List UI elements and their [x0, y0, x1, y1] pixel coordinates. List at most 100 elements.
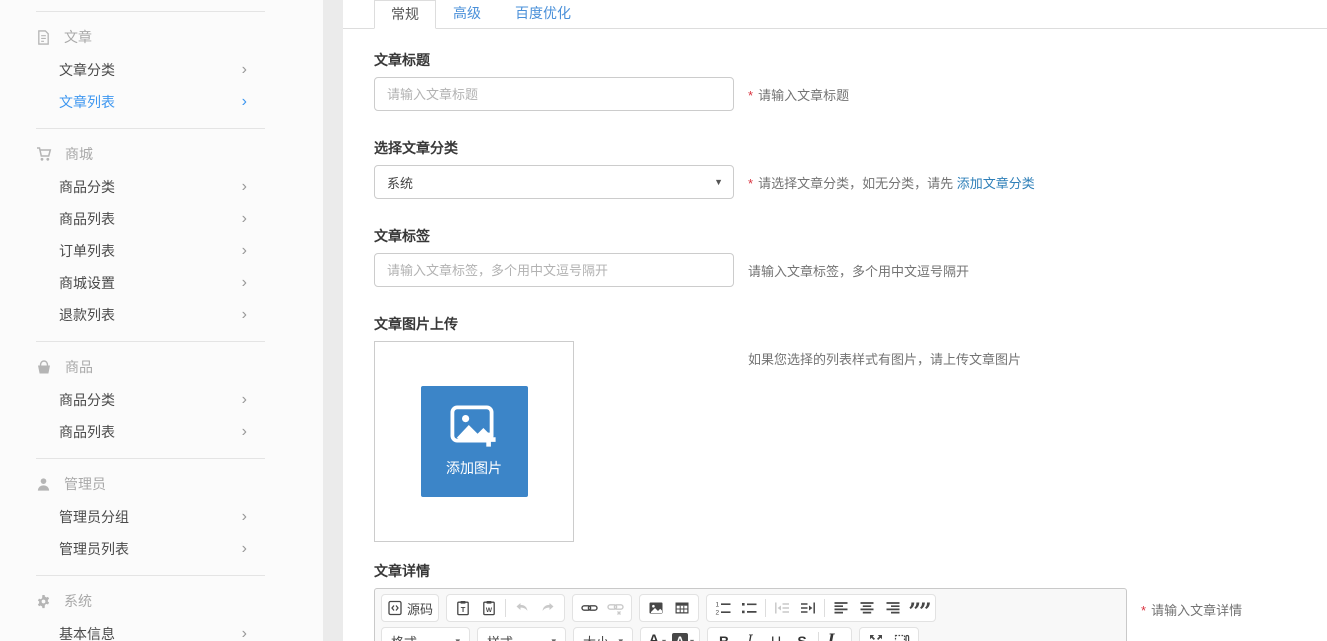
tab-general[interactable]: 常规	[374, 0, 436, 29]
tags-hint-text: 请输入文章标签，多个用中文逗号隔开	[748, 264, 969, 279]
sidebar-item-label: 文章列表	[59, 92, 115, 112]
toolbar-group-insert	[639, 594, 699, 622]
undo-icon	[514, 600, 530, 616]
format-dropdown-label: 格式	[391, 632, 417, 641]
chevron-right-icon: ›	[242, 62, 247, 78]
unlink-button[interactable]	[602, 596, 628, 620]
sidebar-item-article-category[interactable]: 文章分类 ›	[36, 54, 265, 86]
required-asterisk: *	[748, 88, 753, 103]
tab-baidu-seo[interactable]: 百度优化	[498, 0, 588, 29]
align-right-button[interactable]	[880, 596, 906, 620]
background-color-button[interactable]: A ▾	[670, 629, 696, 641]
sidebar-section-product: 商品 商品分类 › 商品列表 ›	[36, 341, 265, 458]
detail-hint: *请输入文章详情	[1141, 600, 1242, 619]
style-dropdown-label: 样式	[487, 632, 513, 641]
sidebar-scrollbar-track[interactable]	[323, 0, 343, 641]
sidebar-item-label: 订单列表	[59, 241, 115, 261]
text-color-button[interactable]: A ▾	[644, 629, 670, 641]
ordered-list-button[interactable]: 12	[710, 596, 736, 620]
category-hint: *请选择文章分类，如无分类，请先 添加文章分类	[748, 173, 1035, 192]
align-left-button[interactable]	[828, 596, 854, 620]
size-dropdown[interactable]: 大小 ▾	[573, 627, 633, 641]
format-dropdown[interactable]: 格式 ▾	[381, 627, 470, 641]
sidebar-item-article-list[interactable]: 文章列表 ›	[36, 86, 265, 118]
sidebar-section-product-header: 商品	[36, 354, 265, 380]
source-button[interactable]: 源码	[385, 596, 435, 620]
sidebar-item-product-category[interactable]: 商品分类 ›	[36, 384, 265, 416]
sidebar-item-label: 商品分类	[59, 177, 115, 197]
outdent-button[interactable]	[769, 596, 795, 620]
sidebar-item-label: 退款列表	[59, 305, 115, 325]
insert-table-button[interactable]	[669, 596, 695, 620]
redo-button[interactable]	[535, 596, 561, 620]
underline-icon: U	[771, 633, 781, 641]
sidebar-section-label: 商品	[65, 357, 93, 377]
svg-text:W: W	[486, 607, 493, 614]
sidebar-item-goods-category[interactable]: 商品分类 ›	[36, 171, 265, 203]
toolbar-group-paragraph: 12	[706, 594, 936, 622]
align-center-icon	[859, 600, 875, 616]
insert-image-button[interactable]	[643, 596, 669, 620]
bold-button[interactable]: B	[711, 629, 737, 641]
italic-button[interactable]: I	[737, 629, 763, 641]
sidebar-item-label: 商城设置	[59, 273, 115, 293]
sidebar-section-system: 系统 基本信息 ›	[36, 575, 265, 641]
svg-text:2: 2	[716, 610, 720, 616]
source-code-icon	[387, 600, 403, 616]
sidebar-section-label: 文章	[64, 27, 92, 47]
sidebar-item-admin-group[interactable]: 管理员分组 ›	[36, 501, 265, 533]
sidebar-item-product-list[interactable]: 商品列表 ›	[36, 416, 265, 448]
dropdown-caret-icon: ▾	[618, 636, 623, 641]
sidebar-item-admin-list[interactable]: 管理员列表 ›	[36, 533, 265, 565]
remove-format-button[interactable]: I×	[822, 629, 848, 641]
sidebar-item-order-list[interactable]: 订单列表 ›	[36, 235, 265, 267]
tab-bar: 常规 高级 百度优化	[343, 0, 1327, 29]
image-upload-row: 添加图片 如果您选择的列表样式有图片，请上传文章图片	[374, 341, 1327, 542]
title-input[interactable]	[374, 77, 734, 111]
link-button[interactable]	[576, 596, 602, 620]
image-upload-label: 文章图片上传	[374, 314, 1327, 334]
show-blocks-button[interactable]	[889, 629, 915, 641]
sidebar-item-basic-info[interactable]: 基本信息 ›	[36, 618, 265, 641]
sidebar: 文章 文章分类 › 文章列表 › 商城 商品分类 › 商品列表 ›	[0, 0, 323, 641]
toolbar-separator	[505, 599, 506, 617]
unordered-list-button[interactable]	[736, 596, 762, 620]
tab-advanced[interactable]: 高级	[436, 0, 498, 29]
category-select[interactable]: 系统 ▼	[374, 165, 734, 199]
sidebar-item-label: 商品列表	[59, 209, 115, 229]
category-label: 选择文章分类	[374, 138, 1327, 158]
unordered-list-icon	[741, 600, 757, 616]
paste-word-button[interactable]: W	[476, 596, 502, 620]
sidebar-item-mall-settings[interactable]: 商城设置 ›	[36, 267, 265, 299]
sidebar-item-refund-list[interactable]: 退款列表 ›	[36, 299, 265, 331]
tags-input[interactable]	[374, 253, 734, 287]
style-dropdown[interactable]: 样式 ▾	[477, 627, 566, 641]
toolbar-group-basicstyles: B I U S	[707, 627, 852, 641]
ordered-list-icon: 12	[715, 600, 731, 616]
category-row: 系统 ▼ *请选择文章分类，如无分类，请先 添加文章分类	[374, 165, 1327, 199]
chevron-right-icon: ›	[242, 275, 247, 291]
maximize-button[interactable]	[863, 629, 889, 641]
tags-row: 请输入文章标签，多个用中文逗号隔开	[374, 253, 1327, 287]
toolbar-separator	[824, 599, 825, 617]
paste-text-button[interactable]: T	[450, 596, 476, 620]
undo-button[interactable]	[509, 596, 535, 620]
background-color-icon: A	[672, 633, 688, 641]
add-category-link[interactable]: 添加文章分类	[957, 176, 1035, 191]
align-center-button[interactable]	[854, 596, 880, 620]
chevron-right-icon: ›	[242, 211, 247, 227]
indent-button[interactable]	[795, 596, 821, 620]
image-upload-box: 添加图片	[374, 341, 574, 542]
sidebar-section-mall: 商城 商品分类 › 商品列表 › 订单列表 › 商城设置 › 退款列表 ›	[36, 128, 265, 341]
dropdown-caret-icon: ▾	[690, 637, 694, 641]
add-image-button[interactable]: 添加图片	[421, 386, 528, 497]
sidebar-item-goods-list[interactable]: 商品列表 ›	[36, 203, 265, 235]
blockquote-button[interactable]: ””	[906, 596, 932, 620]
sidebar-item-label: 商品分类	[59, 390, 115, 410]
paste-word-icon: W	[481, 600, 497, 616]
toolbar-group-source: 源码	[381, 594, 439, 622]
strikethrough-button[interactable]: S	[789, 629, 815, 641]
chevron-right-icon: ›	[242, 307, 247, 323]
toolbar-group-clipboard: T W	[446, 594, 565, 622]
underline-button[interactable]: U	[763, 629, 789, 641]
